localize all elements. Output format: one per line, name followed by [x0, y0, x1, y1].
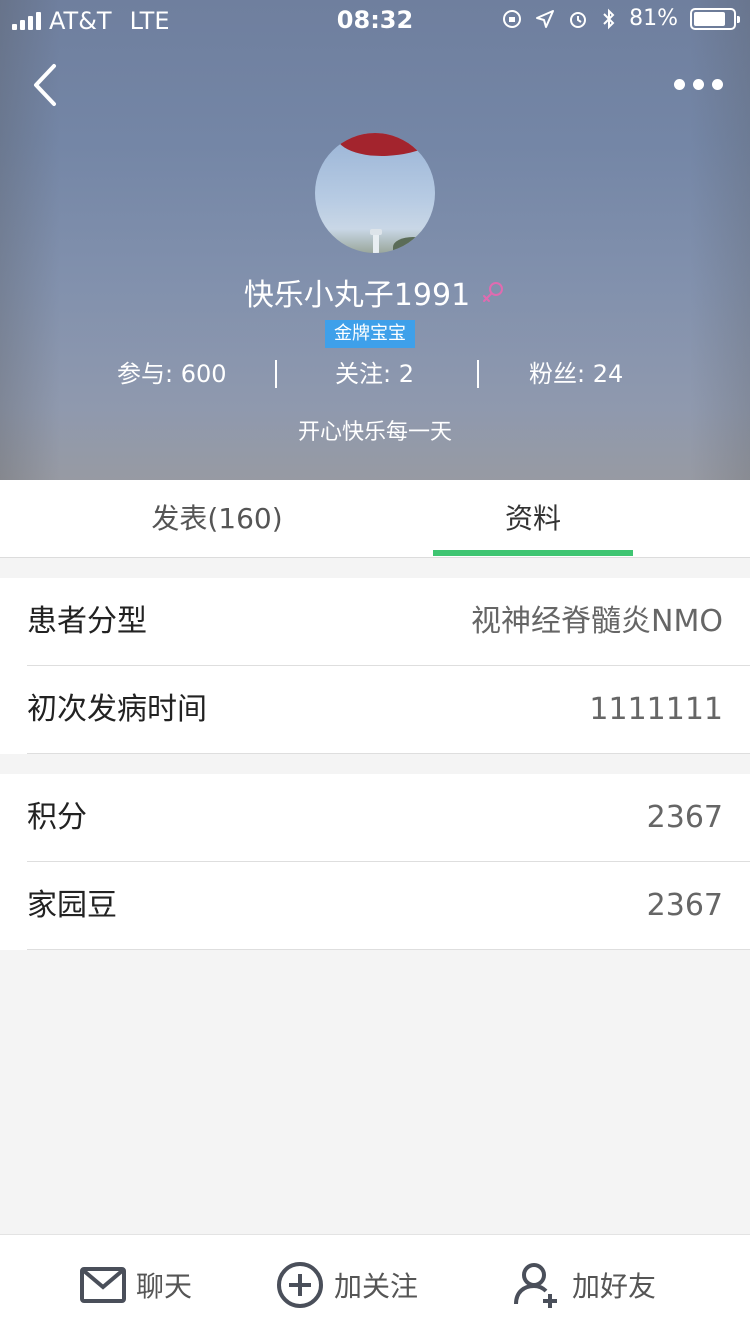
- orientation-lock-icon: [503, 9, 522, 28]
- female-icon: [483, 282, 504, 302]
- add-friend-button[interactable]: 加好友: [512, 1235, 656, 1334]
- nickname: 快乐小丸子1991: [243, 278, 471, 313]
- more-button[interactable]: [670, 70, 726, 98]
- plus-circle-icon: [277, 1262, 323, 1308]
- status-bar: AT&T LTE 08:32 81%: [0, 0, 750, 40]
- more-dot-icon: [711, 78, 723, 90]
- more-dot-icon: [692, 78, 704, 90]
- profile-header: AT&T LTE 08:32 81% 快乐小丸子1991 金牌宝宝 参与: 60…: [0, 0, 750, 480]
- chevron-left-icon: [34, 64, 56, 106]
- info-label: 家园豆: [27, 888, 117, 923]
- info-value: 2367: [646, 800, 723, 835]
- avatar[interactable]: [315, 133, 435, 253]
- chat-label: 聊天: [136, 1270, 193, 1303]
- stat-divider: [275, 360, 277, 388]
- back-button[interactable]: [28, 62, 68, 108]
- more-dot-icon: [673, 78, 685, 90]
- alarm-icon: [570, 11, 587, 28]
- level-badge: 金牌宝宝: [325, 320, 415, 348]
- profile-stats: 参与: 600 关注: 2 粉丝: 24: [0, 356, 750, 392]
- info-row-patient-type[interactable]: 患者分型 视神经脊髓炎NMO: [0, 578, 750, 666]
- tab-posts[interactable]: 发表(160): [117, 480, 317, 558]
- tab-bar: 发表(160) 资料: [0, 480, 750, 558]
- mail-icon: [80, 1267, 126, 1303]
- follow-button[interactable]: 加关注: [276, 1235, 418, 1334]
- info-value: 1111111: [589, 692, 723, 727]
- tab-active-indicator: [433, 550, 633, 556]
- bluetooth-icon: [603, 8, 615, 29]
- info-value: 视神经脊髓炎NMO: [471, 604, 723, 639]
- info-value: 2367: [646, 888, 723, 923]
- info-row-beans[interactable]: 家园豆 2367: [0, 862, 750, 950]
- add-user-icon: [514, 1263, 557, 1308]
- tab-profile[interactable]: 资料: [433, 480, 633, 558]
- follow-label: 加关注: [334, 1270, 419, 1303]
- info-label: 患者分型: [27, 604, 147, 639]
- info-section-patient: 患者分型 视神经脊髓炎NMO 初次发病时间 1111111: [0, 578, 750, 754]
- info-label: 初次发病时间: [27, 692, 207, 727]
- add-friend-label: 加好友: [572, 1270, 657, 1303]
- info-row-first-onset[interactable]: 初次发病时间 1111111: [0, 666, 750, 754]
- chat-button[interactable]: 聊天: [80, 1235, 192, 1334]
- battery-percent: 81%: [629, 6, 678, 31]
- info-label: 积分: [27, 800, 87, 835]
- fans-count[interactable]: 粉丝: 24: [529, 356, 623, 392]
- participate-count[interactable]: 参与: 600: [117, 356, 227, 392]
- stat-divider: [477, 360, 479, 388]
- info-row-points[interactable]: 积分 2367: [0, 774, 750, 862]
- battery-icon: [690, 7, 740, 30]
- signature: 开心快乐每一天: [297, 420, 452, 445]
- location-icon: [536, 9, 555, 28]
- following-count[interactable]: 关注: 2: [335, 356, 414, 392]
- info-section-points: 积分 2367 家园豆 2367: [0, 774, 750, 950]
- bottom-action-bar: 聊天 加关注 加好友: [0, 1234, 750, 1334]
